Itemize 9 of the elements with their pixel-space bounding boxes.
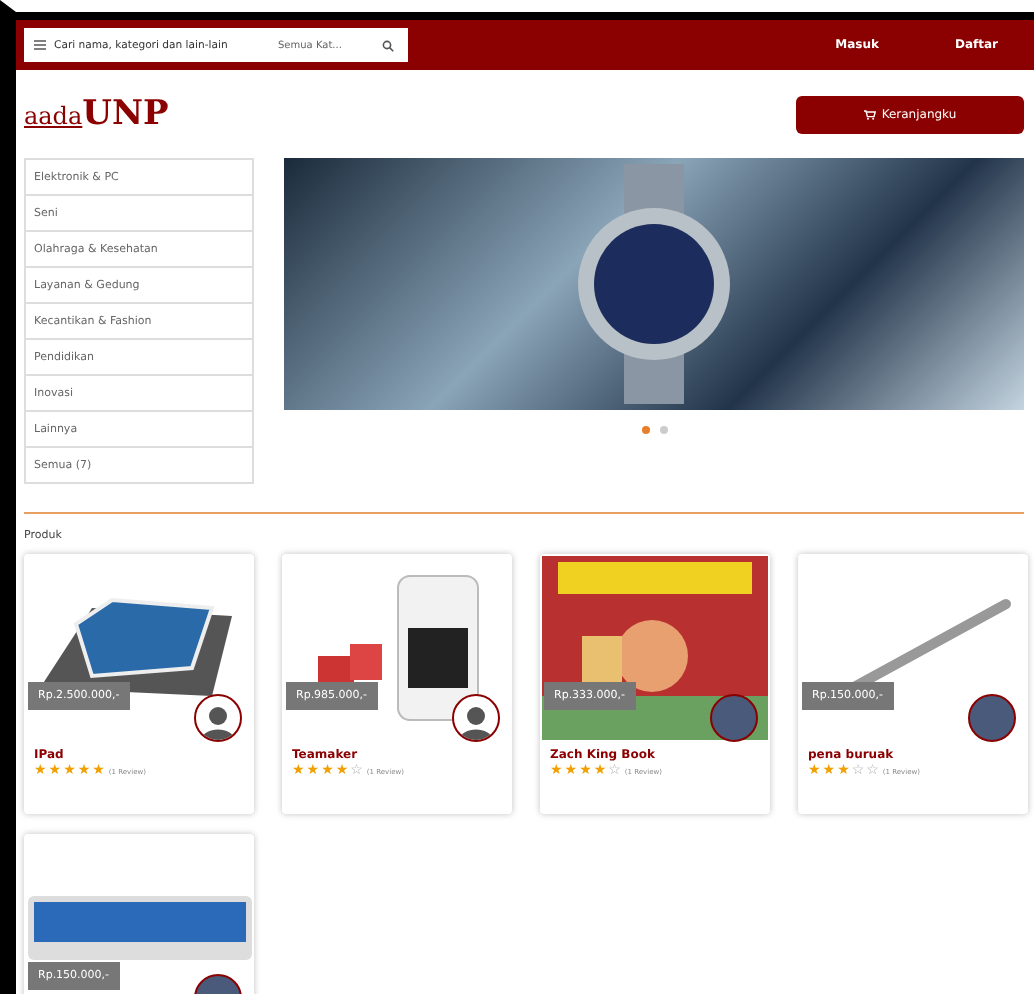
search-icon[interactable] bbox=[382, 39, 394, 51]
seller-avatar[interactable] bbox=[194, 694, 242, 742]
seller-avatar[interactable] bbox=[452, 694, 500, 742]
carousel-dot[interactable] bbox=[641, 426, 649, 434]
site-logo[interactable]: aadaUNP bbox=[24, 94, 169, 134]
carousel-dot[interactable] bbox=[659, 426, 667, 434]
cart-icon bbox=[863, 109, 876, 119]
seller-avatar[interactable] bbox=[968, 694, 1016, 742]
menu-icon[interactable] bbox=[34, 40, 46, 50]
